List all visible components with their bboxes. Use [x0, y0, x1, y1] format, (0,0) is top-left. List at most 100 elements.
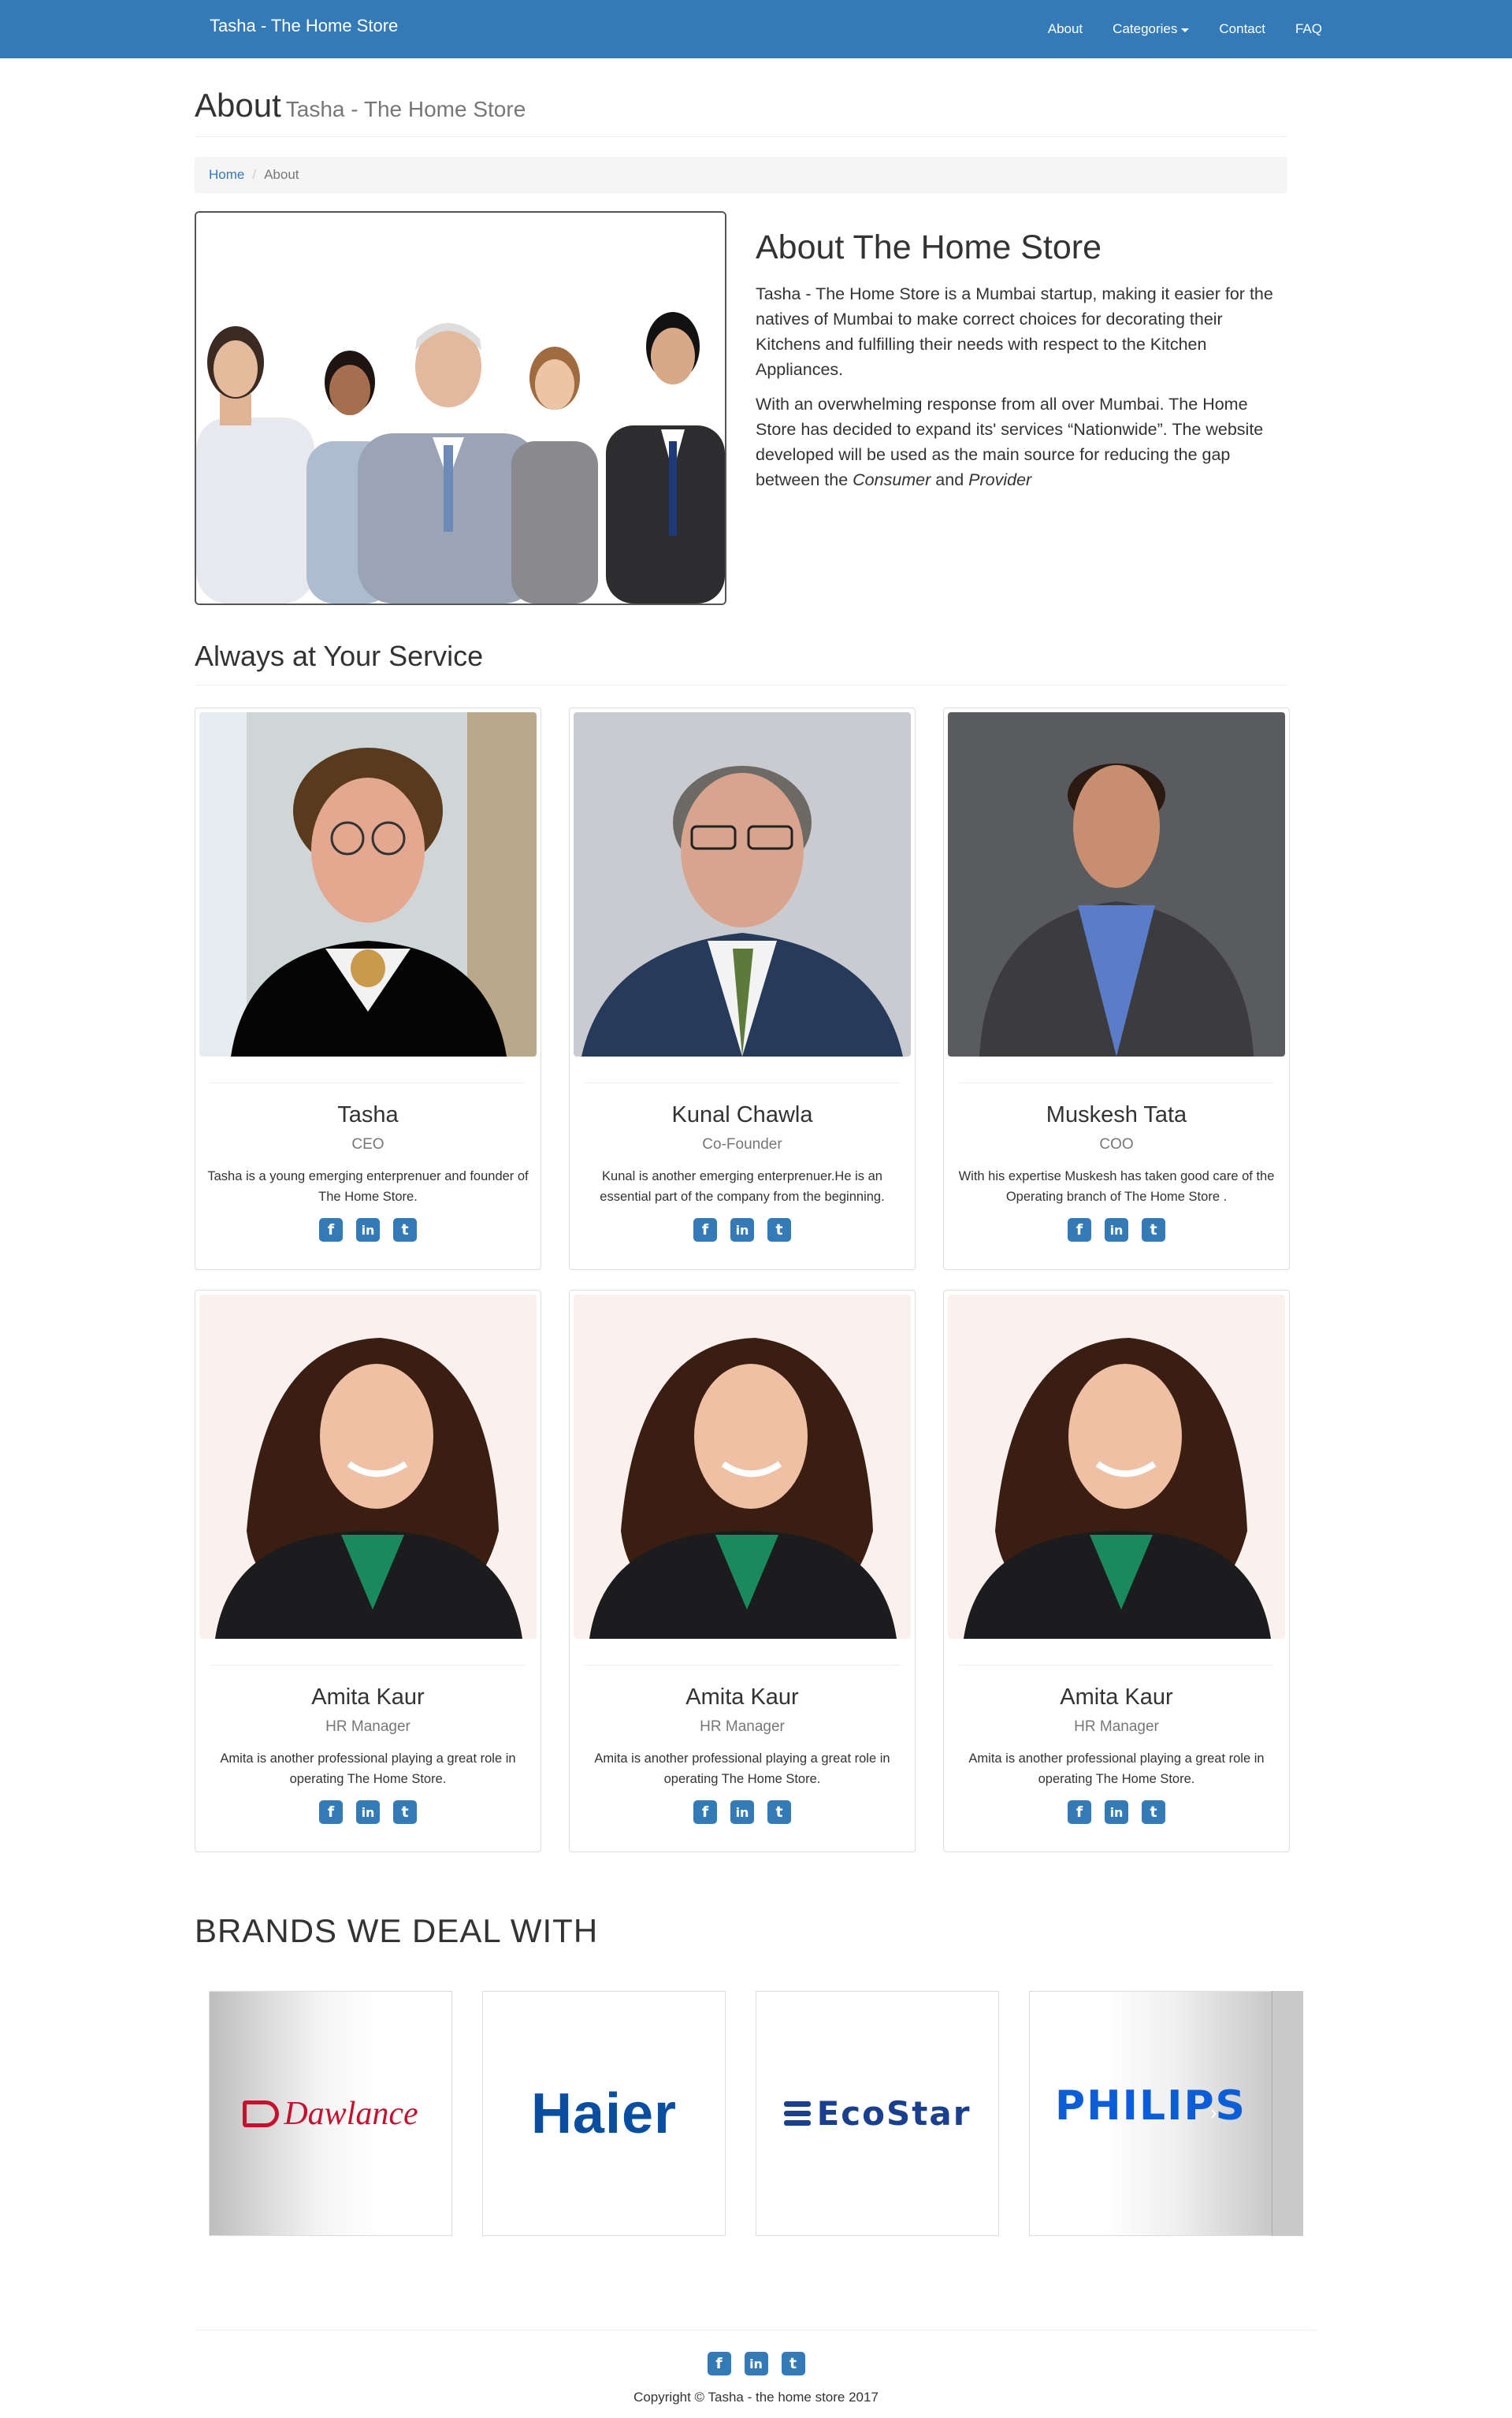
nav-faq-link[interactable]: FAQ: [1280, 21, 1337, 37]
facebook-icon[interactable]: f: [693, 1218, 717, 1242]
linkedin-icon[interactable]: in: [730, 1218, 754, 1242]
team-card: Kunal Chawla Co-Founder Kunal is another…: [569, 708, 916, 1270]
page-header: About Tasha - The Home Store: [195, 87, 1287, 137]
member-social-links: f in t: [195, 1218, 541, 1242]
card-divider: [585, 1665, 900, 1666]
twitter-icon[interactable]: t: [1142, 1800, 1165, 1824]
facebook-icon[interactable]: f: [1068, 1218, 1091, 1242]
intro-consumer: Consumer: [853, 470, 931, 489]
facebook-icon[interactable]: f: [707, 2352, 731, 2375]
member-role: HR Manager: [1074, 1718, 1159, 1735]
facebook-icon[interactable]: f: [693, 1800, 717, 1824]
breadcrumb-current: About: [264, 167, 299, 182]
brands-heading: BRANDS WE DEAL WITH: [195, 1912, 599, 1949]
team-section-heading: Always at Your Service: [195, 640, 1287, 685]
member-name: Amita Kaur: [1060, 1684, 1173, 1710]
member-name: Muskesh Tata: [1046, 1102, 1187, 1127]
member-bio: Amita is another professional playing a …: [594, 1751, 890, 1786]
member-photo: [574, 712, 911, 1057]
linkedin-icon[interactable]: in: [356, 1218, 380, 1242]
linkedin-icon[interactable]: in: [1105, 1800, 1128, 1824]
member-photo: [948, 1294, 1285, 1639]
member-name: Amita Kaur: [311, 1684, 425, 1710]
team-group-photo: [195, 211, 726, 605]
nav-links: About Categories Contact FAQ: [1033, 0, 1337, 58]
member-social-links: f in t: [570, 1218, 915, 1242]
carousel-next-icon[interactable]: ›: [1210, 2100, 1217, 2125]
brand-logo-philips[interactable]: PHILIPS: [1029, 1991, 1272, 2236]
brand-logo-dawlance[interactable]: Dawlance: [209, 1991, 452, 2236]
dawlance-mark-icon: [243, 2100, 280, 2127]
intro-provider: Provider: [968, 470, 1032, 489]
nav-categories-dropdown[interactable]: Categories: [1098, 21, 1204, 37]
dawlance-logo-text: Dawlance: [284, 2095, 418, 2132]
member-bio: With his expertise Muskesh has taken goo…: [958, 1169, 1275, 1204]
member-social-links: f in t: [944, 1800, 1289, 1824]
haier-logo-text: Haier: [530, 2082, 678, 2145]
member-name: Amita Kaur: [685, 1684, 799, 1710]
carousel-next-slide-edge: [1272, 1991, 1303, 2236]
member-social-links: f in t: [570, 1800, 915, 1824]
member-bio: Kunal is another emerging enterprenuer.H…: [600, 1169, 885, 1204]
intro-paragraph-1: Tasha - The Home Store is a Mumbai start…: [756, 284, 1273, 379]
member-social-links: f in t: [195, 1800, 541, 1824]
footer-copyright: Copyright © Tasha - the home store 2017: [633, 2390, 879, 2405]
team-card: Amita Kaur HR Manager Amita is another p…: [943, 1290, 1290, 1852]
team-heading: Always at Your Service: [195, 640, 484, 672]
navbar: Tasha - The Home Store About Categories …: [0, 0, 1512, 58]
member-bio: Amita is another professional playing a …: [968, 1751, 1265, 1786]
team-card: Amita Kaur HR Manager Amita is another p…: [569, 1290, 916, 1852]
page-title-text: About: [195, 87, 281, 124]
member-bio: Tasha is a young emerging enterprenuer a…: [207, 1169, 529, 1204]
breadcrumb: Home / About: [195, 157, 1287, 193]
intro-section: About The Home Store Tasha - The Home St…: [756, 228, 1291, 502]
nav-categories-label: Categories: [1113, 21, 1178, 36]
team-card: Tasha CEO Tasha is a young emerging ente…: [195, 708, 541, 1270]
facebook-icon[interactable]: f: [1068, 1800, 1091, 1824]
member-photo: [199, 712, 537, 1057]
member-name: Tasha: [337, 1102, 399, 1127]
facebook-icon[interactable]: f: [319, 1800, 343, 1824]
philips-logo-text: PHILIPS: [1054, 2082, 1247, 2130]
page-subtitle: Tasha - The Home Store: [285, 97, 526, 121]
brand-logo-ecostar[interactable]: EcoStar: [756, 1991, 999, 2236]
linkedin-icon[interactable]: in: [744, 2352, 768, 2375]
twitter-icon[interactable]: t: [393, 1800, 417, 1824]
team-card: Amita Kaur HR Manager Amita is another p…: [195, 1290, 541, 1852]
member-role: COO: [1099, 1136, 1134, 1153]
member-role: Co-Founder: [702, 1136, 782, 1153]
intro-paragraph-2: With an overwhelming response from all o…: [756, 392, 1291, 492]
twitter-icon[interactable]: t: [1142, 1218, 1165, 1242]
nav-contact-link[interactable]: Contact: [1204, 21, 1280, 37]
ecostar-mark-icon: [783, 2101, 811, 2126]
team-card: Muskesh Tata COO With his expertise Musk…: [943, 708, 1290, 1270]
facebook-icon[interactable]: f: [319, 1218, 343, 1242]
brand-logo-haier[interactable]: Haier: [482, 1991, 726, 2236]
twitter-icon[interactable]: t: [781, 2352, 805, 2375]
member-social-links: f in t: [944, 1218, 1289, 1242]
intro-heading: About The Home Store: [756, 228, 1102, 266]
card-divider: [959, 1665, 1274, 1666]
twitter-icon[interactable]: t: [767, 1218, 791, 1242]
member-role: CEO: [351, 1136, 385, 1153]
page-title: About Tasha - The Home Store: [195, 87, 1287, 124]
footer-divider: [195, 2330, 1317, 2331]
card-divider: [210, 1665, 526, 1666]
caret-down-icon: [1181, 28, 1190, 32]
member-role: HR Manager: [700, 1718, 785, 1735]
footer-social-links: f in t: [0, 2352, 1512, 2375]
nav-about-link[interactable]: About: [1033, 21, 1098, 37]
member-bio: Amita is another professional playing a …: [220, 1751, 516, 1786]
member-photo: [574, 1294, 911, 1639]
navbar-brand[interactable]: Tasha - The Home Store: [210, 16, 398, 36]
twitter-icon[interactable]: t: [393, 1218, 417, 1242]
member-name: Kunal Chawla: [671, 1102, 813, 1127]
breadcrumb-home-link[interactable]: Home: [209, 167, 244, 183]
member-photo: [948, 712, 1285, 1057]
member-role: HR Manager: [325, 1718, 411, 1735]
twitter-icon[interactable]: t: [767, 1800, 791, 1824]
linkedin-icon[interactable]: in: [1105, 1218, 1128, 1242]
linkedin-icon[interactable]: in: [356, 1800, 380, 1824]
linkedin-icon[interactable]: in: [730, 1800, 754, 1824]
member-photo: [199, 1294, 537, 1639]
